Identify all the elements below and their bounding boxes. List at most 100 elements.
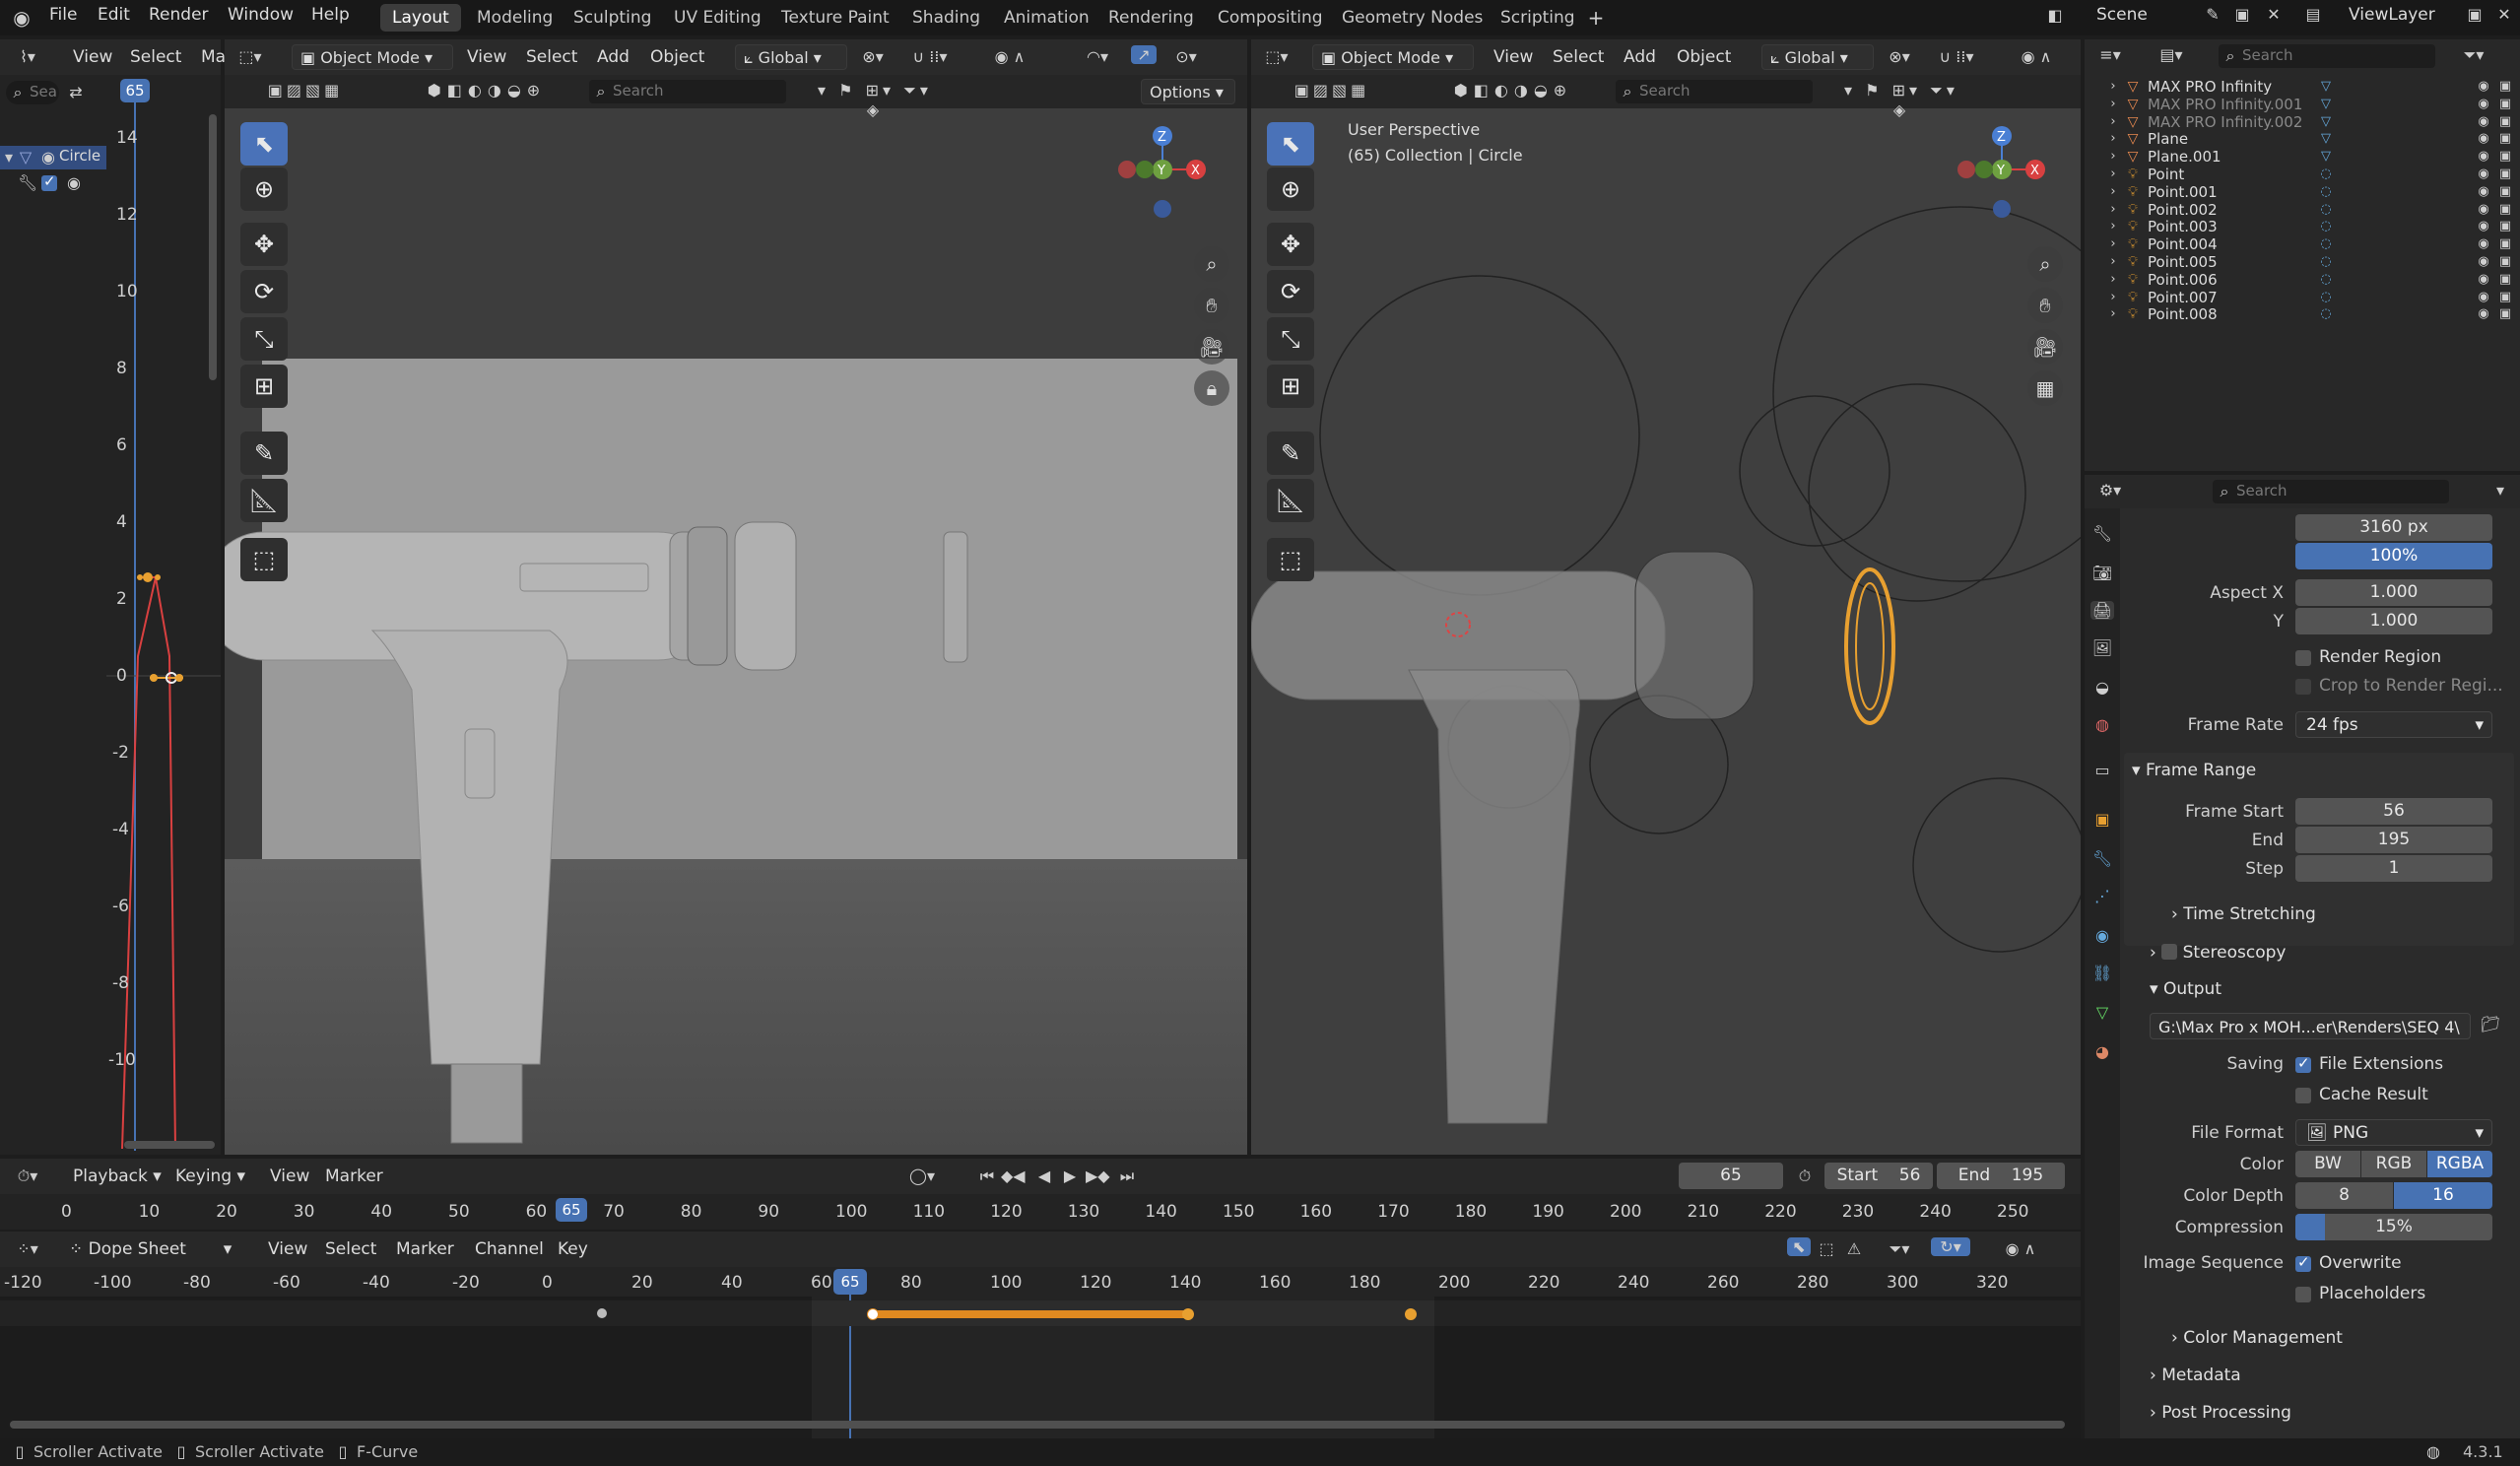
editor-type-icon[interactable]: ⁘▾: [10, 1239, 45, 1258]
scene-name[interactable]: Scene: [2096, 5, 2148, 25]
options-icon[interactable]: ▾: [2488, 481, 2512, 500]
start-frame-field[interactable]: Start 56: [1824, 1163, 1933, 1189]
outliner-row[interactable]: › 💡︎ Point.001 ◌ ◉ ▣: [2085, 183, 2520, 202]
tool-tab-icon[interactable]: 🔧︎: [2090, 524, 2114, 543]
move-tool[interactable]: ✥: [1267, 223, 1314, 266]
add-workspace-icon[interactable]: +: [1584, 6, 1608, 30]
expand-icon[interactable]: ›: [2106, 219, 2120, 233]
wrench-icon[interactable]: 🔧︎: [18, 173, 37, 192]
frame-rate-dropdown[interactable]: 24 fps ▾: [2295, 711, 2492, 738]
view-layer-icon[interactable]: ▤: [2301, 5, 2325, 24]
tab-animation[interactable]: Animation: [992, 4, 1101, 32]
viewport-right[interactable]: ⬚▾ ▣ Object Mode ▾ View Select Add Objec…: [1251, 39, 2081, 1155]
playback-menu[interactable]: Playback ▾: [73, 1166, 162, 1186]
tab-geometry-nodes[interactable]: Geometry Nodes: [1330, 4, 1494, 32]
proportional-icon[interactable]: ◉ ∧: [1996, 1239, 2045, 1258]
eye-icon[interactable]: ◉: [2475, 184, 2492, 199]
render-camera-icon[interactable]: ▣: [2496, 184, 2514, 199]
outliner-row[interactable]: › ▽ MAX PRO Infinity.001 ▽ ◉ ▣: [2085, 96, 2520, 114]
keyframe[interactable]: [1182, 1308, 1194, 1320]
color-depth-16-button[interactable]: 16: [2394, 1182, 2492, 1209]
outliner-row[interactable]: › ▽ Plane ▽ ◉ ▣: [2085, 130, 2520, 149]
tab-rendering[interactable]: Rendering: [1096, 4, 1206, 32]
time-stretching-header[interactable]: › Time Stretching: [2171, 904, 2316, 924]
render-camera-icon[interactable]: ▣: [2496, 272, 2514, 287]
graph-menu-marker[interactable]: Ma: [201, 47, 226, 67]
outliner-row[interactable]: › 💡︎ Point.004 ◌ ◉ ▣: [2085, 235, 2520, 254]
pan-icon[interactable]: ✋︎: [2027, 288, 2063, 323]
delete-scene-icon[interactable]: ✕: [2262, 5, 2286, 24]
transform-tool[interactable]: ⊞: [1267, 365, 1314, 408]
expand-icon[interactable]: ▾: [2, 148, 16, 167]
dope-menu-select[interactable]: Select: [325, 1239, 376, 1259]
expand-icon[interactable]: ›: [2106, 236, 2120, 251]
post-processing-header[interactable]: › Post Processing: [2150, 1403, 2291, 1423]
color-bw-button[interactable]: BW: [2295, 1151, 2360, 1177]
editor-type-icon[interactable]: ⚙▾: [2092, 481, 2128, 500]
folder-icon[interactable]: 📁︎: [2477, 1015, 2504, 1033]
eye-icon[interactable]: ◉: [2475, 236, 2492, 251]
dope-menu-view[interactable]: View: [268, 1239, 307, 1259]
tab-modeling[interactable]: Modeling: [465, 4, 564, 32]
eye-icon[interactable]: ◉: [2475, 272, 2492, 287]
outliner-search[interactable]: ⌕ Search: [2219, 44, 2435, 68]
outliner-row[interactable]: › 💡︎ Point.006 ◌ ◉ ▣: [2085, 271, 2520, 290]
expand-icon[interactable]: ›: [2106, 272, 2120, 287]
play-reverse-icon[interactable]: ◀: [1034, 1166, 1054, 1185]
outliner-row[interactable]: › 💡︎ Point.003 ◌ ◉ ▣: [2085, 218, 2520, 236]
collection-tab-icon[interactable]: ▭: [2090, 761, 2114, 779]
clock-icon[interactable]: ⏱: [1793, 1166, 1817, 1186]
dopesheet-playhead-badge[interactable]: 65: [833, 1269, 867, 1295]
scale-tool[interactable]: ⤡: [240, 317, 288, 361]
eye-icon[interactable]: ◉: [2475, 97, 2492, 111]
filter-icon[interactable]: ⏷▾: [1882, 1239, 1917, 1259]
hidden-icon[interactable]: ⬚: [1815, 1239, 1838, 1258]
hairdryer-model[interactable]: [225, 39, 1247, 1155]
jump-start-icon[interactable]: ⏮: [977, 1166, 997, 1186]
perspective-toggle-icon[interactable]: ▦: [2027, 370, 2063, 406]
new-scene-icon[interactable]: ▣: [2230, 5, 2254, 24]
editor-type-icon[interactable]: ⌇▾: [10, 47, 45, 66]
dopesheet-mode-dropdown[interactable]: ⁘ Dope Sheet ▾: [69, 1239, 232, 1259]
auto-key-icon[interactable]: ◯▾: [908, 1166, 936, 1185]
render-camera-icon[interactable]: ▣: [2496, 131, 2514, 146]
eye-icon[interactable]: ◉: [2475, 167, 2492, 181]
stereoscopy-checkbox[interactable]: [2161, 944, 2178, 960]
errors-icon[interactable]: ⚠: [1842, 1239, 1866, 1258]
h-scrollbar[interactable]: [124, 1141, 215, 1149]
add-cube-tool[interactable]: ⬚: [1267, 538, 1314, 581]
graph-menu-select[interactable]: Select: [130, 47, 181, 67]
timeline-ruler[interactable]: 0 10 20 30 40 50 60 70 80 90 100 110 120 130 140 150 160…: [0, 1194, 2081, 1230]
eye-icon[interactable]: ◉: [2475, 290, 2492, 304]
axis-gizmo[interactable]: Z X Y: [1111, 118, 1210, 236]
eye-icon[interactable]: ◉: [2475, 149, 2492, 164]
camera-view-icon[interactable]: 🎥︎: [1194, 329, 1229, 365]
eye-icon[interactable]: ◉: [2475, 219, 2492, 233]
placeholders-checkbox[interactable]: [2295, 1287, 2311, 1302]
tab-compositing[interactable]: Compositing: [1206, 4, 1335, 32]
cursor-tool[interactable]: ⊕: [240, 167, 288, 211]
render-camera-icon[interactable]: ▣: [2496, 79, 2514, 94]
keying-menu[interactable]: Keying ▾: [175, 1166, 245, 1186]
world-tab-icon[interactable]: ◍: [2090, 715, 2114, 734]
keyframe[interactable]: [1405, 1308, 1417, 1320]
render-region-checkbox[interactable]: [2295, 650, 2311, 666]
editor-type-icon[interactable]: ≡▾: [2092, 45, 2128, 64]
display-mode-icon[interactable]: ▤▾: [2154, 45, 2189, 64]
dope-menu-key[interactable]: Key: [558, 1239, 588, 1259]
metadata-header[interactable]: › Metadata: [2150, 1366, 2241, 1385]
color-rgba-button[interactable]: RGBA: [2427, 1151, 2492, 1177]
modifier-tab-icon[interactable]: 🔧︎: [2090, 849, 2114, 868]
menu-help[interactable]: Help: [311, 5, 350, 25]
expand-icon[interactable]: ›: [2106, 290, 2120, 304]
channel-enable-checkbox[interactable]: [41, 172, 57, 191]
select-tool[interactable]: ⬉: [1267, 122, 1314, 166]
eye-icon[interactable]: ◉: [65, 173, 83, 192]
camera-view-icon[interactable]: 🎥︎: [2027, 329, 2063, 365]
render-camera-icon[interactable]: ▣: [2496, 290, 2514, 304]
eye-icon[interactable]: ◉: [2475, 202, 2492, 217]
output-tab-icon[interactable]: 🖨︎: [2090, 601, 2114, 620]
scene-tab-icon[interactable]: ◒: [2090, 678, 2114, 697]
outliner-row[interactable]: › 💡︎ Point.007 ◌ ◉ ▣: [2085, 289, 2520, 307]
eye-icon[interactable]: ◉: [2475, 306, 2492, 321]
